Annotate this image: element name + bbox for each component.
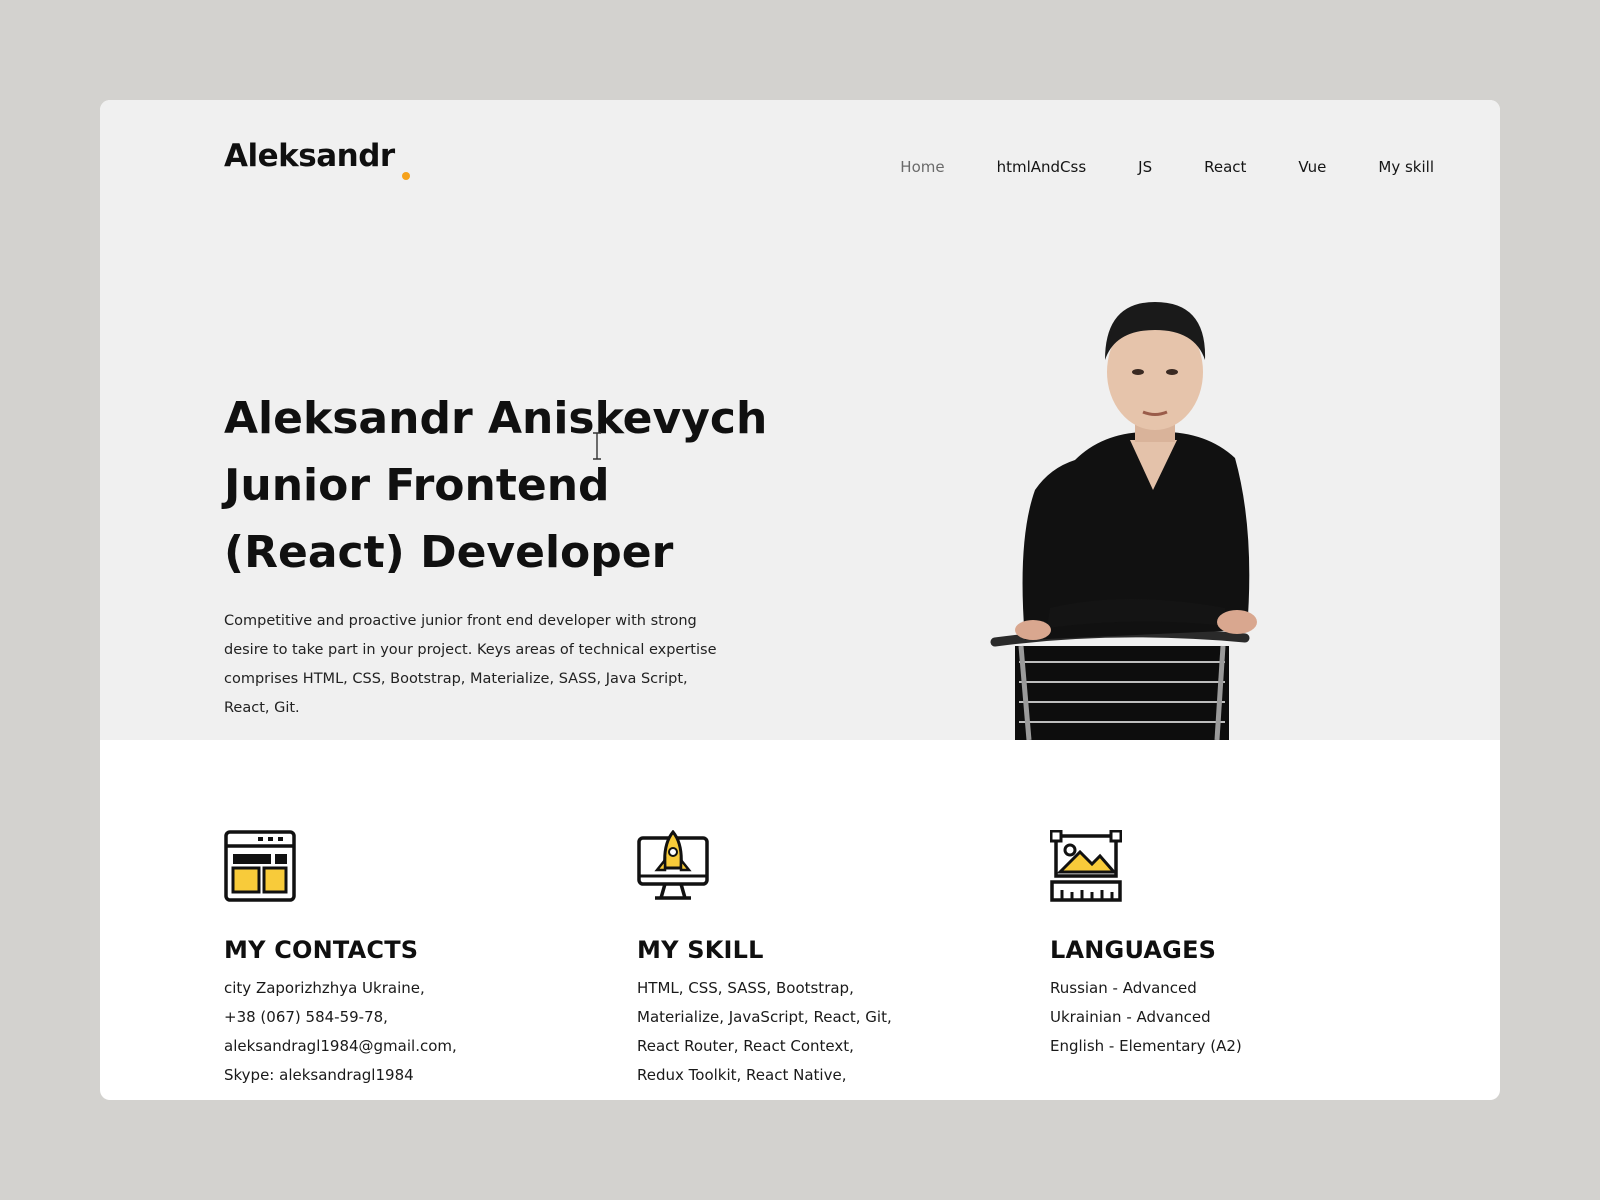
monitor-rocket-icon <box>637 829 709 900</box>
contact-line: +38 (067) 584-59-78, <box>224 1008 388 1026</box>
contacts-card: MY CONTACTS city Zaporizhzhya Ukraine, +… <box>224 830 564 1090</box>
skill-line: React Router, React Context, <box>637 1037 854 1055</box>
page-title: Aleksandr Aniskevych Junior Frontend (Re… <box>224 385 784 586</box>
logo-dot <box>402 172 410 180</box>
contact-line: Skype: aleksandragl1984 <box>224 1066 414 1084</box>
browser-layout-icon <box>224 830 296 902</box>
languages-card: LANGUAGES Russian - Advanced Ukrainian -… <box>1049 829 1390 1061</box>
contact-line: city Zaporizhzhya Ukraine, <box>224 979 425 997</box>
language-line: Ukrainian - Advanced <box>1050 1008 1211 1026</box>
language-line: English - Elementary (A2) <box>1050 1037 1242 1055</box>
nav-js[interactable]: JS <box>1138 158 1152 176</box>
nav-home[interactable]: Home <box>900 158 944 176</box>
nav-react[interactable]: React <box>1204 158 1246 176</box>
section-title: LANGUAGES <box>1050 936 1217 964</box>
image-ruler-icon <box>1049 829 1123 902</box>
logo[interactable]: Aleksandr <box>224 138 395 174</box>
skill-line: HTML, CSS, SASS, Bootstrap, <box>637 979 854 997</box>
skill-card: MY SKILL HTML, CSS, SASS, Bootstrap, Mat… <box>637 829 977 1090</box>
contact-line: aleksandragl1984@gmail.com, <box>224 1037 457 1055</box>
hero-section: Aleksandr Home htmlAndCss JS React Vue M… <box>100 100 1500 740</box>
text-cursor-icon <box>593 432 601 460</box>
top-nav: Home htmlAndCss JS React Vue My skill <box>848 158 1434 176</box>
browser-window: Aleksandr Home htmlAndCss JS React Vue M… <box>100 100 1500 1100</box>
section-title: MY CONTACTS <box>224 936 419 964</box>
title-line: Junior Frontend <box>224 460 610 511</box>
nav-my-skill[interactable]: My skill <box>1378 158 1434 176</box>
section-title: MY SKILL <box>637 936 764 964</box>
hero-description: Competitive and proactive junior front e… <box>224 613 717 716</box>
info-sections: MY CONTACTS city Zaporizhzhya Ukraine, +… <box>100 740 1500 1100</box>
title-line: (React) Developer <box>224 527 674 578</box>
title-line: Aleksandr Aniskevych <box>224 393 768 444</box>
skill-line: Redux Toolkit, React Native, <box>637 1066 847 1084</box>
nav-vue[interactable]: Vue <box>1298 158 1326 176</box>
portrait-photo <box>990 302 1257 740</box>
language-line: Russian - Advanced <box>1050 979 1197 997</box>
nav-html-and-css[interactable]: htmlAndCss <box>997 158 1087 176</box>
skill-line: Materialize, JavaScript, React, Git, <box>637 1008 892 1026</box>
